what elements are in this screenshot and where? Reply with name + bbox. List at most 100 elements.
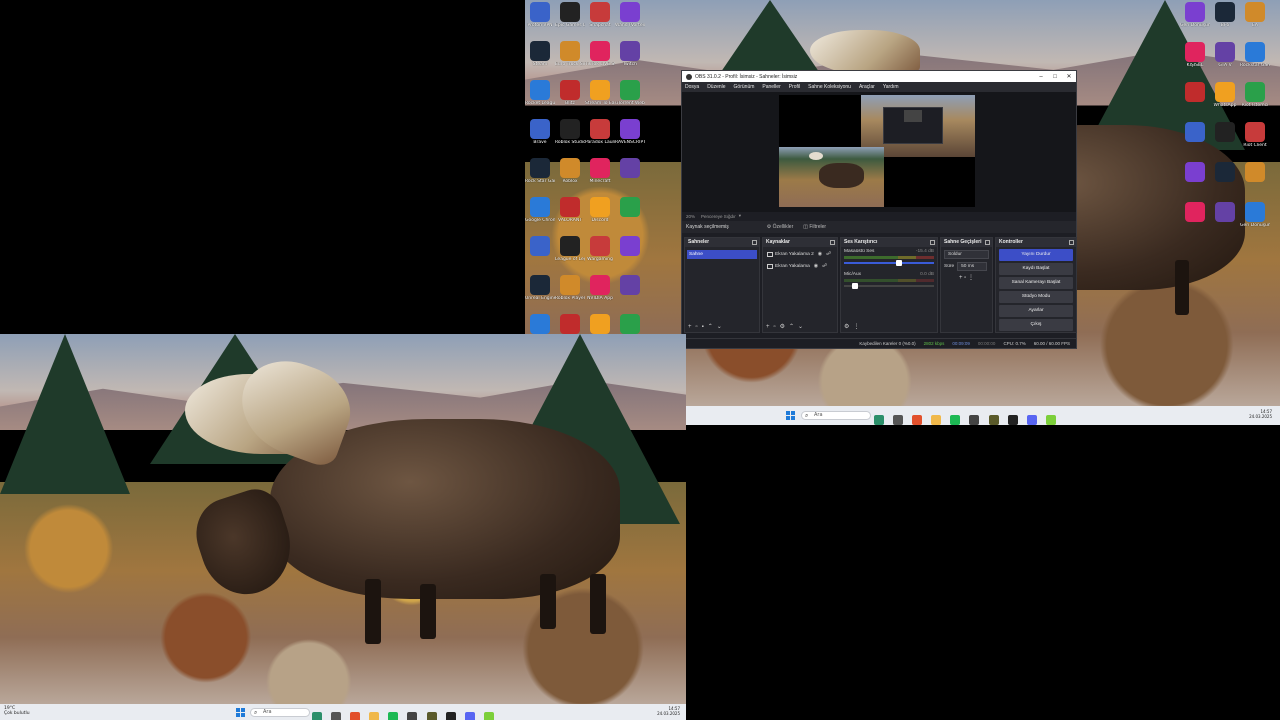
- right-desktop-icon[interactable]: Geri Dönüşüm Kutusu: [1240, 202, 1270, 228]
- right-desktop-icon[interactable]: WhatsApp: [1210, 82, 1240, 108]
- maximize-icon[interactable]: □: [1048, 74, 1062, 80]
- left-desktop-icon[interactable]: Wargaming: [585, 236, 615, 262]
- menu-edit[interactable]: Düzenle: [707, 84, 725, 90]
- left-desktop-icon[interactable]: [555, 314, 585, 335]
- menu-file[interactable]: Dosya: [685, 84, 699, 90]
- right-desktop-icon[interactable]: [1240, 162, 1270, 183]
- source-item[interactable]: Ekran Yakalama ◉ ☍: [767, 262, 835, 271]
- volume-slider[interactable]: [844, 283, 934, 289]
- left-desktop-icon[interactable]: TikTok LIVE Studio: [585, 41, 615, 67]
- left-desktop-icon[interactable]: Roblox Studio: [555, 119, 585, 145]
- left-desktop-icon[interactable]: NVIDIA App: [585, 275, 615, 301]
- taskbar-widgets-icon[interactable]: [874, 415, 884, 425]
- left-desktop-icon[interactable]: Google Chrome: [525, 197, 555, 223]
- left-desktop-icon[interactable]: Epic Games Launcher: [555, 2, 585, 28]
- taskbar-discord-icon[interactable]: [1026, 415, 1037, 425]
- sources-dock-toolbar[interactable]: +▫⚙⌃⌄: [766, 323, 807, 330]
- taskbar-explorer-icon[interactable]: [893, 415, 904, 425]
- menu-view[interactable]: Görünüm: [734, 84, 755, 90]
- taskbar-vortex-icon[interactable]: [988, 415, 999, 425]
- taskbar-app-icon[interactable]: [969, 415, 980, 425]
- left-desktop-icon[interactable]: Rock Star Games: [525, 158, 555, 184]
- right-desktop-icon[interactable]: BF6: [1210, 2, 1240, 28]
- menu-help[interactable]: Yardım: [883, 84, 899, 90]
- right-desktop-icon[interactable]: EA: [1240, 2, 1270, 28]
- obs-titlebar[interactable]: OBS 31.0.2 - Profil: İsimsiz - Sahneler:…: [682, 71, 1076, 82]
- taskbar-clock[interactable]: 14:57 24.03.2025: [657, 706, 680, 716]
- left-desktop-icon[interactable]: [585, 314, 615, 335]
- tab-properties[interactable]: ⚙ Özellikler: [767, 224, 793, 230]
- dock-popout-icon[interactable]: [930, 240, 935, 245]
- studio-mode-button[interactable]: Stüdyo Modu: [999, 291, 1073, 303]
- dock-popout-icon[interactable]: [1069, 240, 1074, 245]
- chevron-down-icon[interactable]: ▾: [739, 213, 741, 219]
- right-desktop-icon[interactable]: [1180, 202, 1210, 223]
- right-desktop-icon[interactable]: [1210, 162, 1240, 183]
- obs-preview-area[interactable]: [682, 92, 1076, 212]
- left-desktop-icon[interactable]: Stream To Earn: [585, 80, 615, 106]
- taskbar-webtoon-icon[interactable]: [1045, 415, 1056, 425]
- left-desktop-icon[interactable]: RAVENSCRIPT SIMULATOR: [615, 119, 645, 145]
- taskbar-webtoon-icon[interactable]: [483, 712, 494, 720]
- right-desktop-icon[interactable]: GTA V: [1210, 42, 1240, 68]
- taskbar-explorer-icon[interactable]: [331, 712, 342, 720]
- windows-start-icon[interactable]: [236, 708, 245, 717]
- lock-icon[interactable]: ☍: [822, 262, 827, 271]
- taskbar-obs-icon[interactable]: [445, 712, 456, 720]
- right-desktop-icon[interactable]: [1180, 162, 1210, 183]
- duration-spinbox[interactable]: 50 ms: [957, 262, 988, 271]
- transition-select[interactable]: Soldur: [944, 250, 989, 259]
- left-desktop-icon[interactable]: Roblox Player: [555, 275, 585, 301]
- right-desktop-icon[interactable]: Rockstar Games: [1240, 42, 1270, 68]
- left-desktop-icon[interactable]: Brave: [525, 119, 555, 145]
- left-desktop-icon[interactable]: [615, 197, 645, 218]
- source-item[interactable]: Ekran Yakalama 2 ◉ ☍: [767, 250, 835, 259]
- taskbar-app-icon[interactable]: [407, 712, 418, 720]
- tab-filters[interactable]: ◫ Filtreler: [803, 224, 826, 230]
- left-desktop-icon[interactable]: [615, 158, 645, 179]
- taskbar-discord-icon[interactable]: [464, 712, 475, 720]
- transition-toolbar[interactable]: + ▫ ⋮: [944, 274, 989, 281]
- left-desktop-icon[interactable]: uTorrent Web: [615, 80, 645, 106]
- start-recording-button[interactable]: Kaydı Başlat: [999, 263, 1073, 275]
- scenes-dock-toolbar[interactable]: +▫▪⌃⌄: [688, 323, 726, 330]
- close-icon[interactable]: ✕: [1062, 73, 1076, 80]
- settings-button[interactable]: Ayarlar: [999, 305, 1073, 317]
- right-desktop-icon[interactable]: [1210, 122, 1240, 143]
- exit-button[interactable]: Çıkış: [999, 319, 1073, 331]
- left-desktop-icon[interactable]: [525, 314, 555, 335]
- taskbar-files-icon[interactable]: [931, 415, 942, 425]
- left-desktop-icon[interactable]: Blitz: [555, 80, 585, 106]
- menu-scene-collection[interactable]: Sahne Koleksiyonu: [808, 84, 851, 90]
- minimize-icon[interactable]: –: [1034, 74, 1048, 80]
- lock-icon[interactable]: ☍: [826, 250, 831, 259]
- dock-popout-icon[interactable]: [985, 240, 990, 245]
- mixer-dock-toolbar[interactable]: ⚙⋮: [844, 323, 863, 330]
- stop-stream-button[interactable]: Yayını Durdur: [999, 249, 1073, 261]
- right-desktop-icon[interactable]: Geri Dönüşüm: [1180, 2, 1210, 28]
- volume-slider[interactable]: [844, 260, 934, 266]
- taskbar-widgets-icon[interactable]: [312, 712, 322, 720]
- eye-icon[interactable]: ◉: [814, 262, 818, 271]
- left-desktop-icon[interactable]: Unreal Engine: [525, 275, 555, 301]
- menu-tools[interactable]: Araçlar: [859, 84, 875, 90]
- eye-icon[interactable]: ◉: [818, 250, 822, 259]
- scene-item[interactable]: Sahne: [687, 250, 757, 259]
- left-desktop-icon[interactable]: Roblox: [555, 158, 585, 184]
- right-desktop-icon[interactable]: Riot Istemci: [1240, 82, 1270, 108]
- left-desktop-icon[interactable]: VALORANT: [555, 197, 585, 223]
- left-desktop-icon[interactable]: Paradox Launcher: [585, 119, 615, 145]
- left-desktop-icon[interactable]: Minecraft: [585, 158, 615, 184]
- right-desktop-icon[interactable]: Riot Client: [1240, 122, 1270, 148]
- menu-docks[interactable]: Paneller: [762, 84, 780, 90]
- windows-start-icon[interactable]: [786, 411, 795, 420]
- fit-dropdown[interactable]: Pencereye Sığdır: [701, 214, 736, 219]
- taskbar-brave-icon[interactable]: [350, 712, 361, 720]
- right-desktop-icon[interactable]: [1180, 82, 1210, 103]
- taskbar-files-icon[interactable]: [369, 712, 380, 720]
- dock-popout-icon[interactable]: [752, 240, 757, 245]
- left-desktop-icon[interactable]: [525, 236, 555, 257]
- left-desktop-icon[interactable]: Snapchat: [585, 2, 615, 28]
- start-virtual-camera-button[interactable]: Sanal Kamerayı Başlat: [999, 277, 1073, 289]
- weather-widget[interactable]: 19°C Çok bulutlu: [4, 706, 30, 716]
